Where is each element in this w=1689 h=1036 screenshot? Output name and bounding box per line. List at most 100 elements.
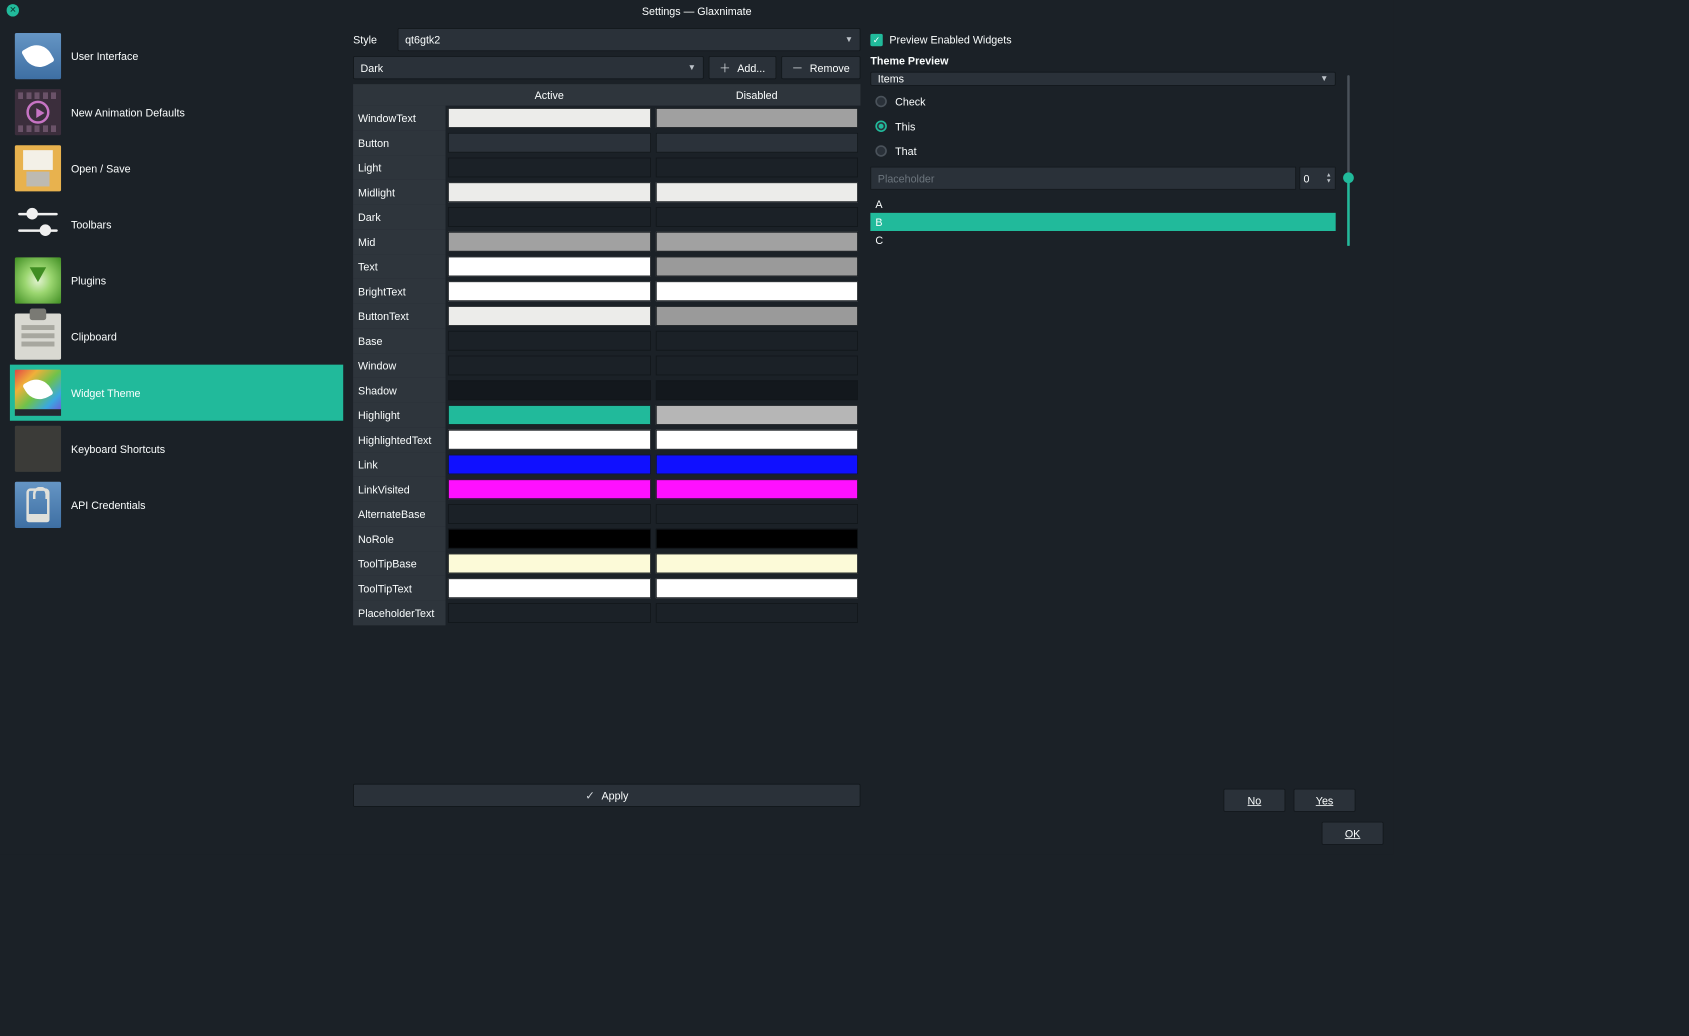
sidebar-item-clipboard[interactable]: Clipboard [10,309,343,365]
list-item[interactable]: B [870,213,1335,231]
color-swatch-disabled[interactable] [655,405,858,425]
sidebar-item-user-interface[interactable]: User Interface [10,28,343,84]
color-swatch-disabled[interactable] [655,182,858,202]
radio-label: That [895,145,916,157]
color-swatch-active[interactable] [448,108,651,128]
preview-spinner[interactable]: 0 ▲▼ [1299,167,1335,190]
color-swatch-disabled[interactable] [655,554,858,574]
color-swatch-active[interactable] [448,207,651,227]
sidebar-item-keyboard-shortcuts[interactable]: Keyboard Shortcuts [10,421,343,477]
color-swatch-active[interactable] [448,554,651,574]
color-swatch-disabled[interactable] [655,108,858,128]
color-swatch-disabled[interactable] [655,380,858,400]
color-swatch-disabled[interactable] [655,529,858,549]
color-role-label: ToolTipText [353,576,445,601]
color-swatch-active[interactable] [448,380,651,400]
color-swatch-disabled[interactable] [655,356,858,376]
color-swatch-active[interactable] [448,430,651,450]
preview-listbox[interactable]: A B C [870,195,1335,249]
color-swatch-active[interactable] [448,306,651,326]
no-button[interactable]: No [1223,789,1285,812]
color-swatch-disabled[interactable] [655,133,858,153]
preview-radio-check[interactable]: Check [870,89,1335,114]
sidebar-item-label: New Animation Defaults [71,106,185,118]
style-combo[interactable]: qt6gtk2 ▼ [398,28,861,51]
color-swatch-disabled[interactable] [655,430,858,450]
color-swatch-active[interactable] [448,603,651,623]
color-role-label: Highlight [353,403,445,428]
color-swatch-disabled[interactable] [655,455,858,475]
color-swatch-disabled[interactable] [655,158,858,178]
color-swatch-disabled[interactable] [655,207,858,227]
floppy-icon [15,145,61,191]
sidebar-item-label: Open / Save [71,162,131,174]
theme-combo-value: Dark [361,61,384,73]
brush-icon [15,33,61,79]
preview-enabled-checkbox[interactable]: ✓ [870,33,882,45]
color-swatch-disabled[interactable] [655,578,858,598]
apply-button-label: Apply [602,789,629,801]
radio-label: This [895,120,915,132]
add-button[interactable]: ＋ Add... [708,56,776,79]
sidebar-item-new-animation-defaults[interactable]: New Animation Defaults [10,84,343,140]
theme-combo[interactable]: Dark ▼ [353,56,703,79]
color-swatch-active[interactable] [448,232,651,252]
chevron-down-icon: ▼ [1320,74,1328,83]
preview-radio-this[interactable]: This [870,114,1335,139]
palette-icon [15,370,61,416]
sidebar-item-widget-theme[interactable]: Widget Theme [10,365,343,421]
color-role-label: PlaceholderText [353,601,445,626]
color-swatch-active[interactable] [448,529,651,549]
color-swatch-active[interactable] [448,479,651,499]
theme-preview-panel: ✓ Preview Enabled Widgets Theme Preview … [870,28,1355,812]
color-role-label: LinkVisited [353,477,445,502]
radio-checked-icon [875,120,887,132]
color-swatch-active[interactable] [448,405,651,425]
list-item[interactable]: C [870,231,1335,249]
color-table-header: Active Disabled [353,84,860,105]
sidebar-item-open-save[interactable]: Open / Save [10,140,343,196]
sidebar-item-plugins[interactable]: Plugins [10,252,343,308]
color-swatch-active[interactable] [448,504,651,524]
color-swatch-disabled[interactable] [655,504,858,524]
yes-button[interactable]: Yes [1294,789,1356,812]
color-swatch-active[interactable] [448,455,651,475]
color-swatch-disabled[interactable] [655,232,858,252]
color-swatch-disabled[interactable] [655,331,858,351]
color-table-row: Button [353,130,860,155]
widget-theme-panel: Style qt6gtk2 ▼ Dark ▼ ＋ Add... － Remove [353,28,860,812]
color-swatch-active[interactable] [448,182,651,202]
color-swatch-active[interactable] [448,158,651,178]
preview-items-combo[interactable]: Items ▼ [870,72,1335,86]
color-role-label: Link [353,452,445,477]
color-swatch-disabled[interactable] [655,306,858,326]
color-swatch-active[interactable] [448,281,651,301]
no-button-label: No [1248,794,1262,806]
preview-radio-that[interactable]: That [870,139,1335,164]
color-swatch-active[interactable] [448,331,651,351]
sidebar-item-label: API Credentials [71,499,146,511]
color-swatch-active[interactable] [448,578,651,598]
color-swatch-disabled[interactable] [655,603,858,623]
sidebar-item-label: Toolbars [71,218,112,230]
color-table-row: ToolTipText [353,576,860,601]
ok-button[interactable]: OK [1322,822,1384,845]
color-swatch-active[interactable] [448,133,651,153]
apply-button[interactable]: ✓ Apply [353,784,860,807]
color-swatch-active[interactable] [448,257,651,277]
preview-vertical-slider[interactable] [1341,72,1356,249]
chevron-down-icon: ▼ [688,63,696,72]
color-swatch-disabled[interactable] [655,281,858,301]
close-icon[interactable]: ✕ [7,4,19,16]
color-swatch-active[interactable] [448,356,651,376]
color-table-row: BrightText [353,279,860,304]
color-swatch-disabled[interactable] [655,257,858,277]
preview-text-input[interactable]: Placeholder [870,167,1296,190]
check-icon: ✓ [585,788,595,802]
sidebar-item-toolbars[interactable]: Toolbars [10,196,343,252]
remove-button[interactable]: － Remove [781,56,861,79]
sidebar-item-api-credentials[interactable]: API Credentials [10,477,343,533]
list-item[interactable]: A [870,195,1335,213]
color-swatch-disabled[interactable] [655,479,858,499]
sidebar-item-label: User Interface [71,50,138,62]
